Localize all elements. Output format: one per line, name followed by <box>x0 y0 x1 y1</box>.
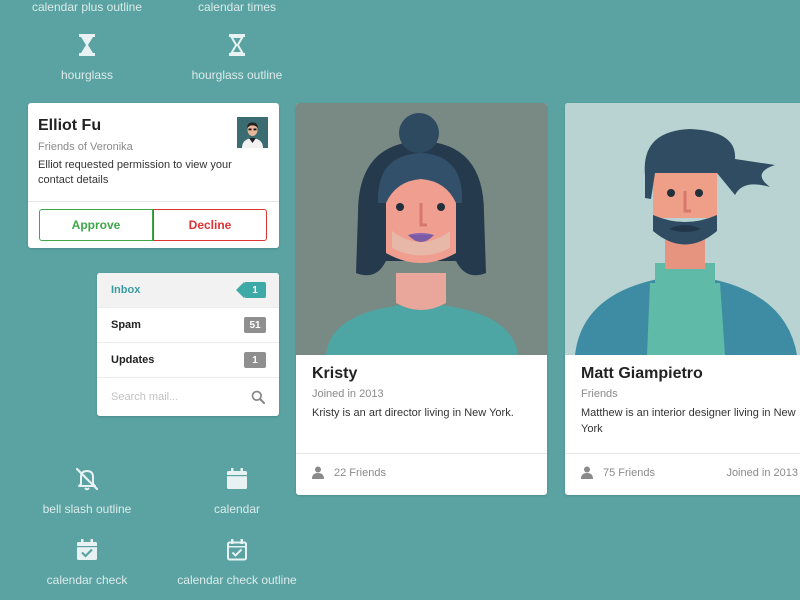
profile-meta: Friends <box>581 388 618 400</box>
joined-date: Joined in 2013 <box>726 467 798 479</box>
icon-hourglass-outline: hourglass outline <box>172 32 302 84</box>
divider <box>565 453 800 454</box>
menu-item-label: Updates <box>111 354 155 366</box>
friends-count: 75 Friends <box>603 466 655 479</box>
icon-label: calendar <box>213 502 261 516</box>
profile-description: Kristy is an art director living in New … <box>312 407 514 419</box>
menu-item-label: Spam <box>111 319 141 331</box>
icon-calendar-plus-outline: calendar plus outline <box>22 0 152 16</box>
icon-label: hourglass outline <box>191 68 283 82</box>
menu-item-inbox[interactable]: Inbox 1 <box>97 273 279 308</box>
profile-description: Matthew is an interior designer living i… <box>581 407 796 435</box>
approval-buttons: Approve Decline <box>39 209 267 241</box>
icon-calendar-check: calendar check <box>22 537 152 589</box>
menu-item-spam[interactable]: Spam 51 <box>97 308 279 343</box>
approve-button[interactable]: Approve <box>39 209 153 241</box>
request-description: Elliot requested permission to view your… <box>38 159 232 186</box>
icon-calendar: calendar <box>172 466 302 518</box>
icon-label: calendar plus outline <box>31 0 143 14</box>
inbox-count-badge: 1 <box>236 282 266 298</box>
icon-label: bell slash outline <box>42 502 132 516</box>
calendar-check-icon <box>77 539 97 560</box>
profile-name: Matt Giampietro <box>581 365 703 382</box>
friends-count: 22 Friends <box>334 466 386 479</box>
spam-count-badge: 51 <box>244 317 266 333</box>
profile-name: Kristy <box>312 365 358 382</box>
icon-calendar-times: calendar times <box>172 0 302 16</box>
avatar <box>237 117 268 148</box>
icon-label: calendar check <box>46 573 128 587</box>
profile-photo <box>296 103 547 355</box>
profile-card-kristy: Kristy Joined in 2013 Kristy is an art d… <box>296 103 547 495</box>
mail-menu: Inbox 1 Spam 51 Updates 1 <box>97 273 279 416</box>
divider <box>28 201 279 202</box>
requester-meta: Friends of Veronika <box>38 141 133 153</box>
search-icon[interactable] <box>251 390 265 404</box>
permission-request-card: Elliot Fu Friends of Veronika Elliot req… <box>28 103 279 248</box>
menu-item-label: Inbox <box>111 284 141 296</box>
friends-link[interactable]: 22 Friends <box>312 466 386 479</box>
menu-item-updates[interactable]: Updates 1 <box>97 343 279 378</box>
calendar-icon <box>227 468 247 489</box>
icon-hourglass: hourglass <box>22 32 152 84</box>
decline-button[interactable]: Decline <box>153 209 267 241</box>
bell-slash-outline-icon <box>75 467 99 491</box>
search-mail-input[interactable] <box>111 391 241 403</box>
profile-card-matt: Matt Giampietro Friends Matthew is an in… <box>565 103 800 495</box>
icon-label: calendar check outline <box>177 573 297 587</box>
hourglass-outline-icon <box>229 34 245 56</box>
divider <box>296 453 547 454</box>
user-icon <box>312 466 324 479</box>
icon-bell-slash-outline: bell slash outline <box>22 466 152 518</box>
updates-count-badge: 1 <box>244 352 266 368</box>
calendar-check-outline-icon <box>227 539 247 561</box>
requester-name: Elliot Fu <box>38 117 102 134</box>
mail-search <box>97 378 279 416</box>
user-icon <box>581 466 593 479</box>
friends-link[interactable]: 75 Friends <box>581 466 655 479</box>
profile-photo <box>565 103 800 355</box>
icon-label: calendar times <box>197 0 277 14</box>
hourglass-icon <box>79 34 95 56</box>
profile-meta: Joined in 2013 <box>312 388 384 400</box>
icon-label: hourglass <box>60 68 114 82</box>
icon-calendar-check-outline: calendar check outline <box>172 537 302 589</box>
